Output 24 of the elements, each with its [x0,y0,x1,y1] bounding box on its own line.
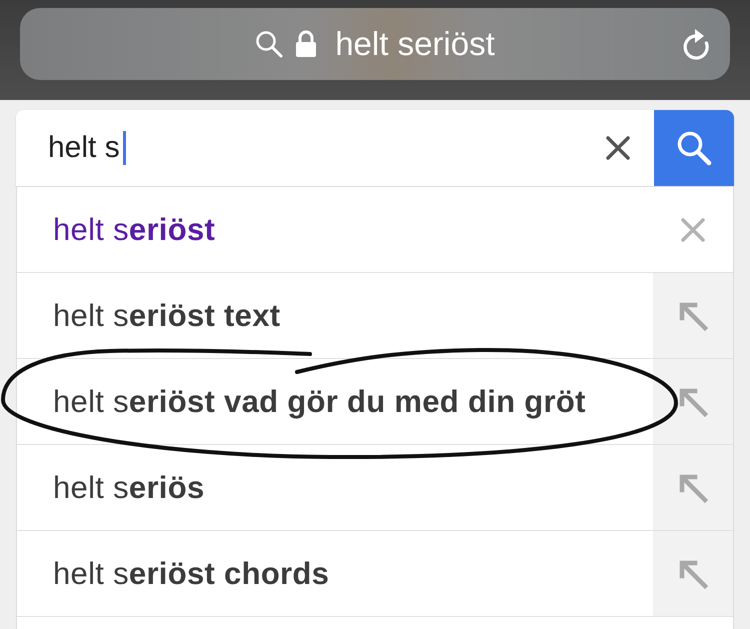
suggestion-text: helt seriöst chords [52,556,330,592]
search-button[interactable] [654,110,734,186]
clear-button[interactable] [582,110,654,186]
search-field[interactable]: helt s [16,110,582,186]
arrow-up-left-icon [678,472,708,502]
suggestion-text: helt seriöst vad gör du med din gröt [52,384,587,420]
arrow-up-left-icon [678,558,708,588]
suggestion-row[interactable]: helt seriöst text [17,273,733,359]
search-icon [676,130,712,166]
suggestion-text: helt seriös [52,470,206,506]
close-icon [606,136,630,160]
lock-icon [295,30,318,58]
arrow-up-left-icon [678,386,708,416]
suggestion-row[interactable]: helt seriöst vad gör du med din gröt [17,359,733,445]
close-icon [681,218,705,242]
suggestion-text: helt seriöst [52,212,216,248]
address-bar[interactable]: helt seriöst [20,8,730,80]
suggestion-row[interactable]: helt seriös [17,445,733,531]
arrow-up-left-icon [678,300,708,330]
fill-in-button[interactable] [653,359,733,444]
suggestion-text: helt seriöst text [52,298,282,334]
search-icon [255,30,284,58]
suggestion-row[interactable]: helt seriöst chords [17,531,733,617]
address-text: helt seriöst [335,25,495,63]
